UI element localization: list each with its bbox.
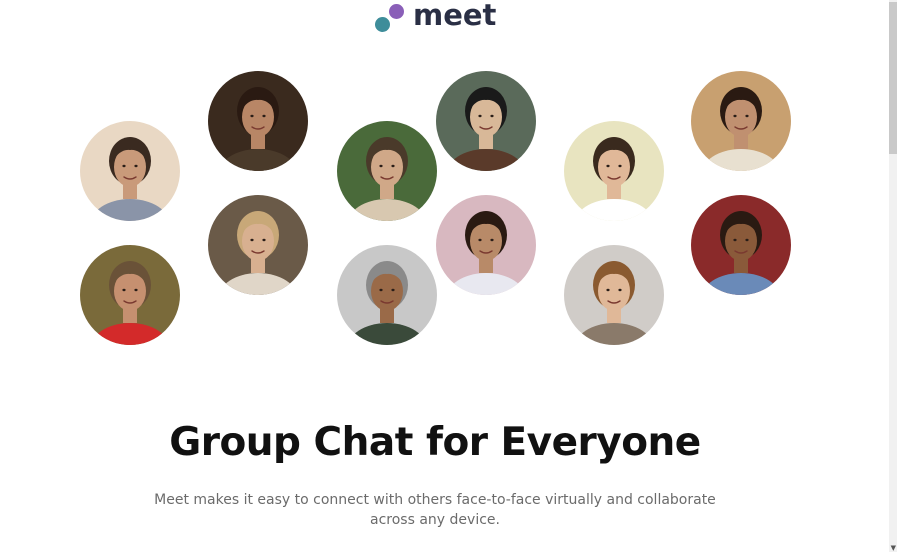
logo-teal-dot xyxy=(375,17,390,32)
avatar-portrait-graphic xyxy=(564,245,664,345)
logo-wordmark: meet xyxy=(413,0,497,32)
landing-page: meet Group Chat for Everyone Meet makes … xyxy=(0,0,897,552)
scrollbar-thumb[interactable] xyxy=(889,2,897,154)
avatar-portrait-graphic xyxy=(436,195,536,295)
meet-logo[interactable]: meet xyxy=(375,0,505,34)
avatar-portrait-graphic xyxy=(208,195,308,295)
page-headline: Group Chat for Everyone xyxy=(169,420,701,465)
avatar-man-flowers-background xyxy=(436,195,536,295)
avatar-bearded-man-red-shirt xyxy=(80,245,180,345)
page-subtext: Meet makes it easy to connect with other… xyxy=(154,492,716,528)
avatar-man-laughing-cream-bg xyxy=(564,121,664,221)
avatar-portrait-graphic xyxy=(208,71,308,171)
avatar-woman-denim-red-wall xyxy=(691,195,791,295)
avatar-older-man-smiling xyxy=(337,245,437,345)
logo-purple-dot xyxy=(389,4,404,19)
avatar-portrait-graphic xyxy=(80,245,180,345)
avatar-young-man-wavy-hair xyxy=(564,245,664,345)
avatar-portrait-graphic xyxy=(337,121,437,221)
scroll-down-arrow-icon[interactable]: ▼ xyxy=(891,544,896,552)
avatar-man-sunglasses xyxy=(436,71,536,171)
avatar-portrait-graphic xyxy=(691,71,791,171)
avatar-portrait-graphic xyxy=(80,121,180,221)
avatar-smiling-woman-dark-hair xyxy=(208,71,308,171)
avatar-portrait-graphic xyxy=(436,71,536,171)
vertical-scrollbar[interactable]: ▼ xyxy=(889,0,897,552)
avatar-portrait-graphic xyxy=(337,245,437,345)
avatar-portrait-graphic xyxy=(564,121,664,221)
avatar-portrait-graphic xyxy=(691,195,791,295)
avatar-woman-blonde-hand-on-head xyxy=(208,195,308,295)
avatar-man-glasses-jacket xyxy=(337,121,437,221)
avatar-couple-flowers xyxy=(691,71,791,171)
avatar-young-man-sunset xyxy=(80,121,180,221)
